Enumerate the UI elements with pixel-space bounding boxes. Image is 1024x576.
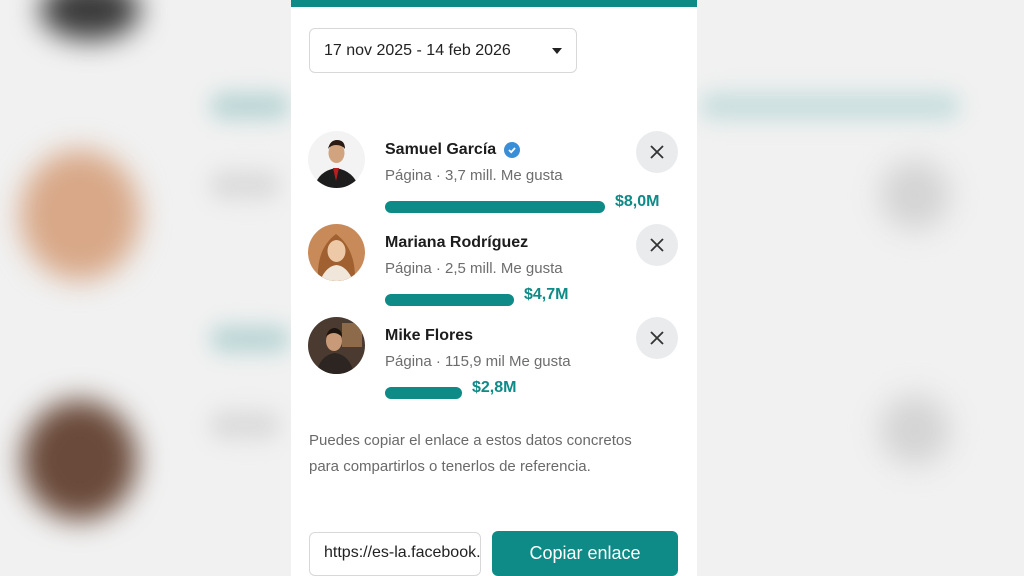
blurred-bar: [210, 170, 280, 200]
blurred-bar: [210, 325, 290, 353]
avatar: [308, 317, 365, 374]
spend-bar: [385, 387, 462, 399]
link-field[interactable]: https://es-la.facebook.com: [309, 532, 481, 576]
remove-button[interactable]: [636, 224, 678, 266]
page-subtitle: Página · 3,7 mill. Me gusta: [385, 167, 563, 184]
blurred-shape: [880, 395, 950, 465]
close-icon: [650, 145, 664, 159]
spend-amount: $2,8M: [472, 379, 517, 396]
share-info-text: Puedes copiar el enlace a estos datos co…: [309, 432, 632, 475]
page-name: Mariana Rodríguez: [385, 234, 528, 252]
spend-amount: $4,7M: [524, 286, 569, 303]
page-name: Mike Flores: [385, 327, 473, 345]
page-name-text: Mariana Rodríguez: [385, 234, 529, 251]
date-range-label: 17 nov 2025 - 14 feb 2026: [324, 41, 511, 59]
spend-bar: [385, 201, 605, 213]
remove-button[interactable]: [636, 131, 678, 173]
page-subtitle: Página · 115,9 mil Me gusta: [385, 353, 571, 370]
blurred-bar: [700, 92, 960, 120]
page-row: Mariana Rodríguez Página · 2,5 mill. Me …: [291, 224, 697, 316]
page-name: Samuel García: [385, 141, 521, 159]
close-icon: [650, 331, 664, 345]
avatar: [308, 224, 365, 281]
verified-badge-icon: [504, 142, 521, 158]
blurred-bar: [210, 92, 290, 120]
spend-bar: [385, 294, 514, 306]
page-name-text: Samuel García: [385, 141, 497, 158]
page-row: Samuel García Página · 3,7 mill. Me gust…: [291, 131, 697, 223]
avatar: [308, 131, 365, 188]
blurred-avatar: [20, 150, 140, 280]
close-icon: [650, 238, 664, 252]
blurred-bar: [210, 410, 280, 440]
link-text: https://es-la.facebook.com: [324, 544, 481, 561]
date-range-dropdown[interactable]: 17 nov 2025 - 14 feb 2026: [309, 28, 577, 73]
page-row: Mike Flores Página · 115,9 mil Me gusta …: [291, 317, 697, 409]
page-subtitle: Página · 2,5 mill. Me gusta: [385, 260, 563, 277]
remove-button[interactable]: [636, 317, 678, 359]
top-accent-bar: [291, 0, 697, 7]
blurred-avatar: [22, 400, 137, 520]
ad-library-panel: 17 nov 2025 - 14 feb 2026 Samuel García …: [291, 0, 697, 576]
caret-down-icon: [552, 47, 562, 54]
blurred-shape: [880, 160, 950, 230]
spend-amount: $8,0M: [615, 193, 660, 210]
page-name-text: Mike Flores: [385, 327, 474, 344]
blurred-avatar: [40, 0, 140, 40]
copy-link-button[interactable]: Copiar enlace: [492, 531, 678, 576]
